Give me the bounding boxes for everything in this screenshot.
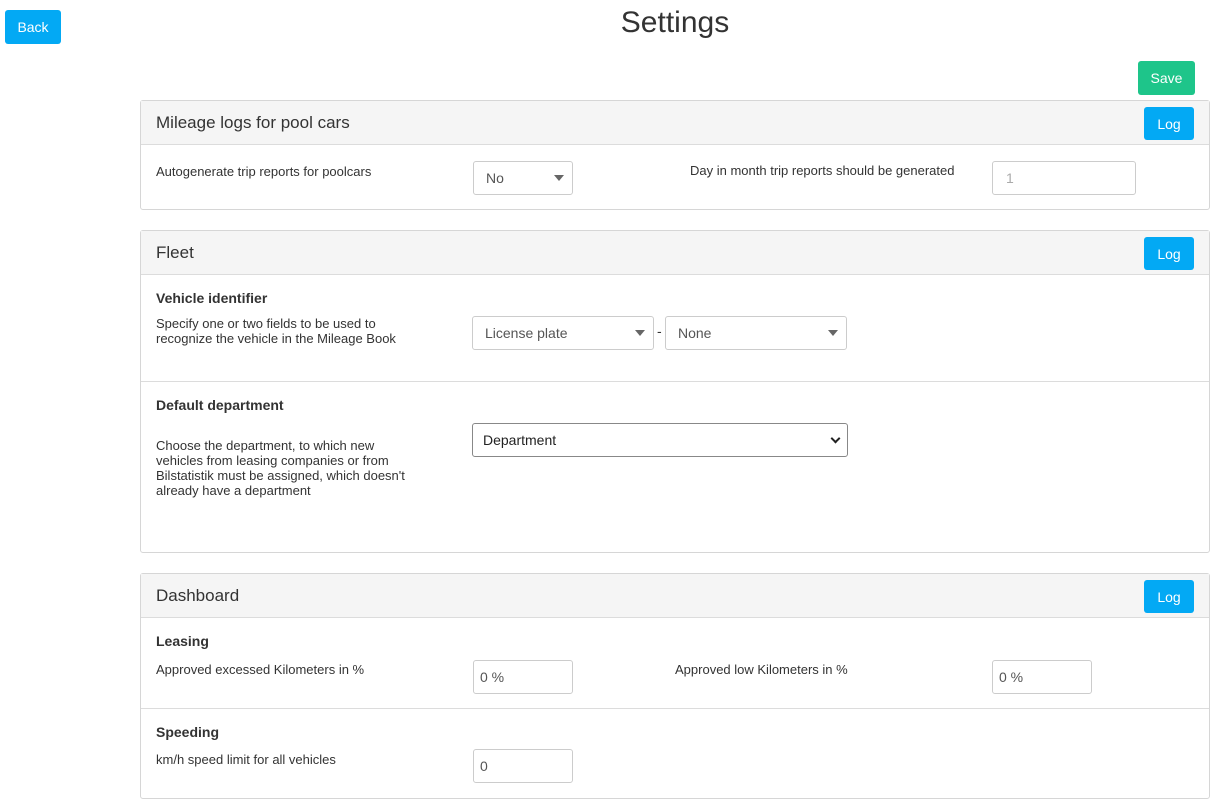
identifier-separator: - (657, 323, 662, 339)
low-km-value: 0 % (999, 669, 1024, 685)
caret-down-icon (828, 330, 838, 336)
vehicle-identifier-field2-value: None (678, 325, 712, 341)
excess-km-value: 0 % (480, 669, 505, 685)
vehicle-identifier-heading: Vehicle identifier (156, 290, 268, 306)
speed-limit-input[interactable]: 0 (473, 749, 573, 783)
vehicle-identifier-field1-value: License plate (485, 325, 568, 341)
excess-km-label: Approved excessed Kilometers in % (156, 662, 365, 677)
dashboard-divider (141, 708, 1209, 709)
fleet-panel-header: Fleet Log (141, 231, 1209, 275)
mileage-log-button[interactable]: Log (1144, 107, 1194, 140)
excess-km-input[interactable]: 0 % (473, 660, 573, 694)
autogen-select[interactable]: No (473, 161, 573, 195)
dashboard-log-button[interactable]: Log (1144, 580, 1194, 613)
default-department-select[interactable]: Department (472, 423, 848, 457)
low-km-label: Approved low Kilometers in % (675, 662, 848, 677)
autogen-select-value: No (486, 170, 504, 186)
mileage-panel: Mileage logs for pool cars Log Autogener… (140, 100, 1210, 210)
low-km-input[interactable]: 0 % (992, 660, 1092, 694)
dashboard-panel-title: Dashboard (156, 586, 240, 605)
speed-limit-label: km/h speed limit for all vehicles (156, 752, 336, 767)
caret-down-icon (635, 330, 645, 336)
autogen-label: Autogenerate trip reports for poolcars (156, 164, 372, 179)
day-label: Day in month trip reports should be gene… (690, 163, 955, 178)
vehicle-identifier-field1-select[interactable]: License plate (472, 316, 654, 350)
day-input-value: 1 (1006, 170, 1014, 186)
vehicle-identifier-field2-select[interactable]: None (665, 316, 847, 350)
caret-down-icon (554, 175, 564, 181)
day-input[interactable]: 1 (992, 161, 1136, 195)
mileage-panel-title: Mileage logs for pool cars (156, 113, 350, 132)
page-title: Settings (620, 6, 730, 39)
fleet-divider (141, 381, 1209, 382)
speed-limit-value: 0 (480, 758, 488, 774)
fleet-panel-title: Fleet (156, 243, 194, 262)
dashboard-panel-header: Dashboard Log (141, 574, 1209, 618)
default-department-description: Choose the department, to which new vehi… (156, 438, 405, 498)
speeding-heading: Speeding (156, 724, 220, 740)
mileage-panel-header: Mileage logs for pool cars Log (141, 101, 1209, 145)
fleet-panel: Fleet Log Vehicle identifier Specify one… (140, 230, 1210, 553)
default-department-value: Department (483, 432, 557, 448)
chevron-down-icon (830, 433, 841, 444)
dashboard-panel: Dashboard Log Leasing Approved excessed … (140, 573, 1210, 799)
default-department-heading: Default department (156, 397, 284, 413)
save-button[interactable]: Save (1138, 61, 1195, 95)
leasing-heading: Leasing (156, 633, 209, 649)
vehicle-identifier-description: Specify one or two fields to be used to … (156, 316, 396, 346)
fleet-log-button[interactable]: Log (1144, 237, 1194, 270)
